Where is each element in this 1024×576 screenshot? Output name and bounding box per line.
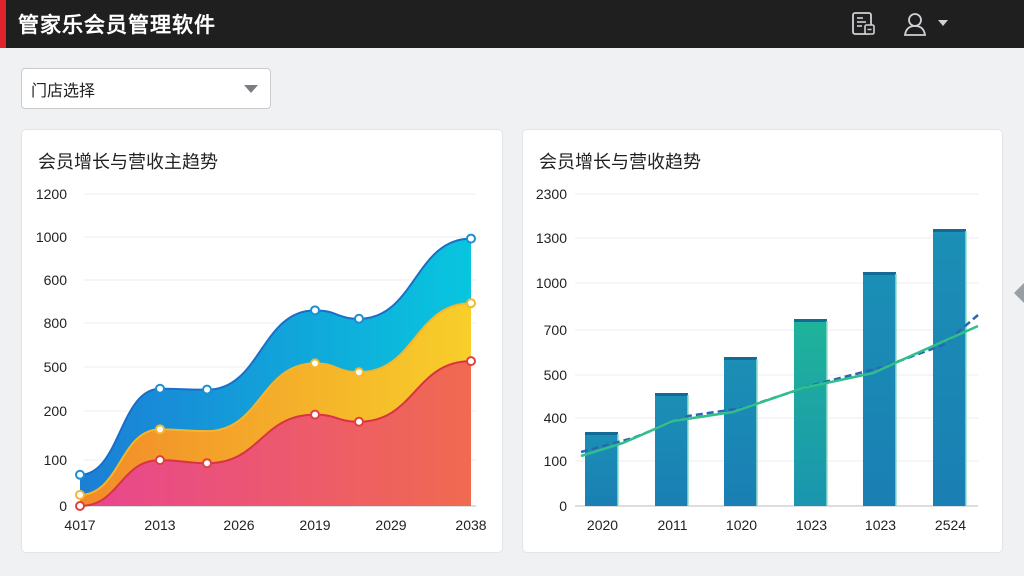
data-point (310, 409, 320, 420)
data-point (202, 458, 212, 469)
data-point (75, 501, 85, 511)
area-chart: 0 100 200 500 800 600 1000 1200 4017 2013 2026 2019… (36, 186, 487, 533)
trend-line-dashed (580, 314, 979, 454)
bar (724, 359, 757, 506)
user-icon[interactable] (902, 11, 928, 37)
bar-chart: 0 100 400 500 700 1000 1300 2300 2020 2011 1020 102… (536, 186, 979, 533)
x-tick-label: 2038 (455, 517, 486, 533)
store-select[interactable]: 门店选择 (21, 68, 271, 109)
bar-cap (933, 229, 966, 232)
x-tick-label: 2029 (375, 517, 406, 533)
data-point (75, 489, 85, 500)
x-tick-label: 4017 (64, 517, 95, 533)
y-tick-label: 500 (44, 359, 68, 375)
data-point (155, 383, 165, 394)
data-point (466, 233, 476, 244)
x-tick-label: 2026 (223, 517, 254, 533)
data-point (310, 358, 320, 369)
member-revenue-main-trend-panel: 会员增长与营收主趋势 0 100 200 500 800 600 1000 1200 4017 2… (21, 129, 503, 553)
bar (655, 395, 688, 506)
bar-cap (585, 432, 618, 435)
x-tick-label: 1020 (726, 517, 757, 533)
y-tick-label: 100 (44, 452, 68, 468)
y-tick-label: 1000 (36, 229, 67, 245)
member-revenue-trend-panel: 会员增长与营收趋势 0 100 400 500 700 1000 1300 2300 2020 2… (522, 129, 1003, 553)
y-tick-label: 1000 (536, 275, 567, 291)
x-tick-label: 2020 (587, 517, 618, 533)
y-tick-label: 0 (559, 498, 567, 514)
data-point (75, 469, 85, 480)
y-tick-label: 800 (44, 315, 68, 331)
y-tick-label: 200 (44, 403, 68, 419)
trend-line-green (580, 324, 979, 458)
x-tick-label: 2011 (657, 517, 687, 533)
bar-cap (655, 393, 688, 396)
data-point (466, 298, 476, 309)
bar-cap (863, 272, 896, 275)
store-select-value: 门店选择 (31, 80, 96, 100)
y-tick-label: 500 (544, 367, 568, 383)
y-tick-label: 2300 (536, 186, 567, 202)
caret-down-icon[interactable] (938, 20, 948, 26)
data-point (354, 313, 364, 324)
bar-cap (794, 319, 827, 322)
x-tick-label: 1023 (796, 517, 827, 533)
y-tick-label: 100 (544, 453, 568, 469)
data-point (155, 455, 165, 466)
x-tick-label: 2013 (144, 517, 175, 533)
data-point (310, 305, 320, 316)
app-title: 管家乐会员管理软件 (18, 13, 216, 37)
data-point (466, 356, 476, 367)
y-tick-label: 1300 (536, 230, 567, 246)
bar (863, 274, 896, 506)
data-point (155, 424, 165, 435)
x-tick-label: 2524 (935, 517, 966, 533)
scroll-right-arrow[interactable] (1014, 283, 1024, 303)
x-tick-label: 1023 (865, 517, 896, 533)
y-tick-label: 600 (44, 272, 68, 288)
report-icon[interactable] (851, 11, 877, 37)
chevron-down-icon (244, 85, 258, 93)
data-point (354, 367, 364, 378)
bar (933, 231, 966, 506)
bar-cap (724, 357, 757, 360)
y-tick-label: 400 (544, 410, 568, 426)
y-tick-label: 0 (59, 498, 67, 514)
y-tick-label: 1200 (36, 186, 67, 202)
data-point (202, 384, 212, 395)
x-tick-label: 2019 (299, 517, 330, 533)
data-point (354, 416, 364, 427)
y-tick-label: 700 (544, 322, 568, 338)
bar (794, 321, 827, 506)
